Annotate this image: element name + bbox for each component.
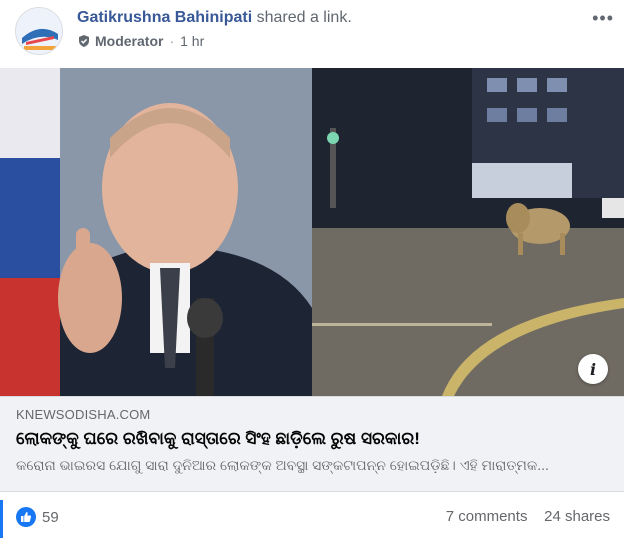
link-description: କରୋନା ଭାଇରସ ଯୋଗୁ ସାରା ଦୁନିଆର ଲୋକଙ୍କ ଅବସ୍… bbox=[16, 457, 549, 473]
link-preview-image[interactable]: i bbox=[0, 68, 624, 396]
comments-count[interactable]: 7 comments bbox=[446, 508, 528, 525]
info-button[interactable]: i bbox=[578, 354, 608, 384]
photo-right bbox=[312, 68, 624, 396]
shared-action-text: shared a link. bbox=[256, 9, 352, 26]
avatar-image bbox=[16, 8, 62, 54]
author-name[interactable]: Gatikrushna Bahinipati bbox=[77, 9, 252, 26]
shares-count[interactable]: 24 shares bbox=[544, 508, 610, 525]
member-role: Moderator bbox=[95, 33, 164, 49]
engagement-counts: 7 comments 24 shares bbox=[446, 508, 610, 525]
shared-link-post: Gatikrushna Bahinipati shared a link. Mo… bbox=[0, 0, 624, 545]
photo-left bbox=[0, 68, 312, 396]
link-preview-box[interactable]: KNEWSODISHA.COM ଲୋକଙ୍କୁ ଘରେ ରଖିବାକୁ ରାସ୍… bbox=[0, 396, 624, 492]
moderator-shield-icon bbox=[77, 34, 91, 48]
meta-separator: · bbox=[169, 33, 175, 49]
link-title[interactable]: ଲୋକଙ୍କୁ ଘରେ ରଖିବାକୁ ରାସ୍ତାରେ ସିଂହ ଛାଡ଼ିଲ… bbox=[16, 429, 420, 449]
reactions-count: 59 bbox=[42, 508, 59, 526]
post-meta: Moderator · 1 hr bbox=[77, 33, 204, 49]
post-footer: 59 7 comments 24 shares bbox=[0, 492, 624, 545]
post-header: Gatikrushna Bahinipati shared a link. Mo… bbox=[0, 0, 624, 68]
like-reaction-icon bbox=[16, 507, 36, 527]
link-domain: KNEWSODISHA.COM bbox=[16, 407, 151, 422]
author-line: Gatikrushna Bahinipati shared a link. bbox=[77, 9, 352, 27]
post-timestamp[interactable]: 1 hr bbox=[180, 33, 204, 49]
author-avatar[interactable] bbox=[15, 7, 63, 55]
reactions-summary[interactable]: 59 bbox=[16, 507, 59, 527]
more-options-button[interactable]: ••• bbox=[592, 8, 614, 29]
